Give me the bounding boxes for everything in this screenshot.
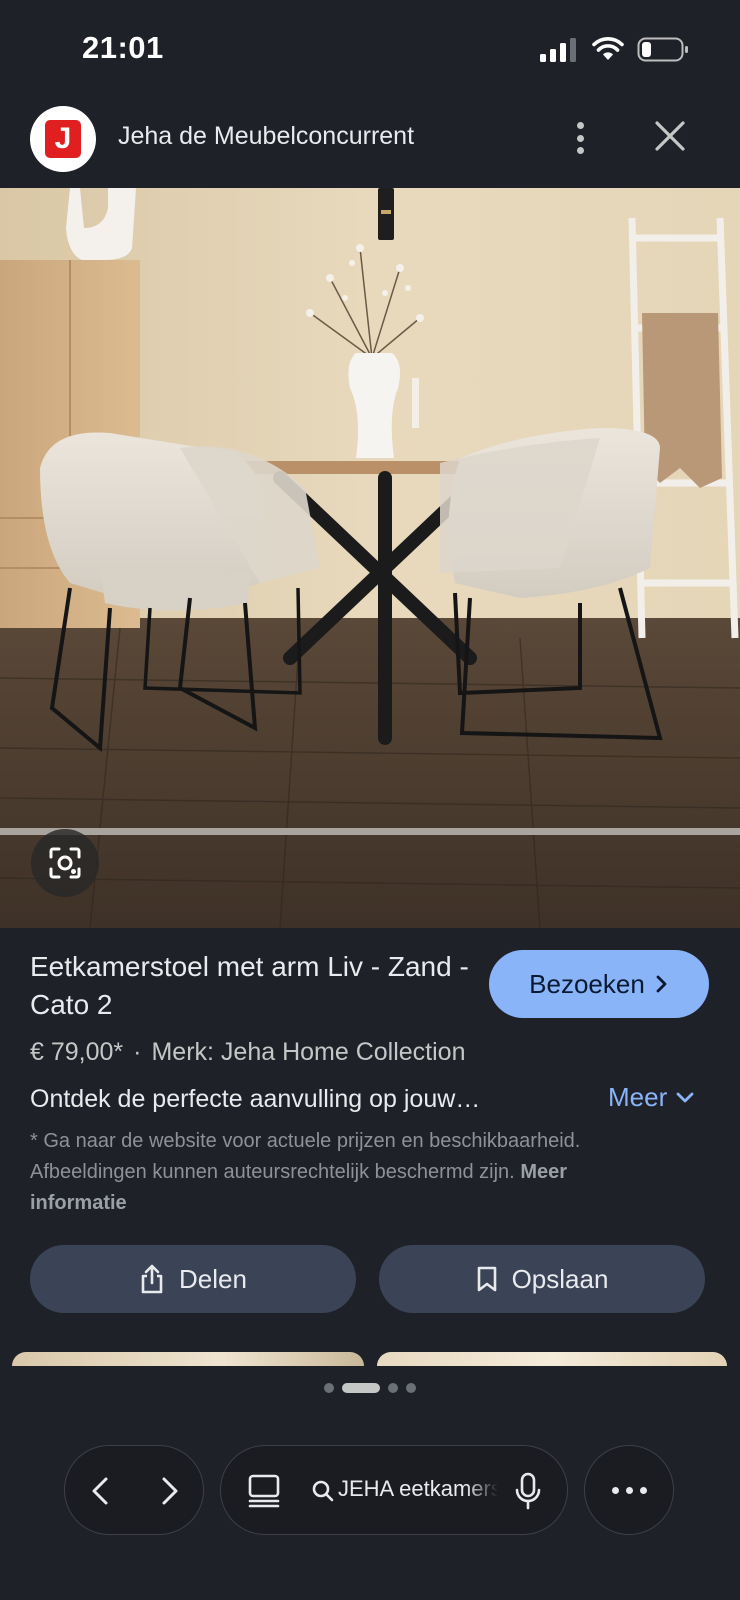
product-brand: Merk: Jeha Home Collection [151,1038,466,1066]
bookmark-icon [477,1266,496,1292]
search-query[interactable]: JEHA eetkamerstoel [338,1476,498,1502]
pager-dot [388,1383,398,1393]
price-brand-line: € 79,00* · Merk: Jeha Home Collection [30,1038,465,1067]
product-image[interactable] [0,188,740,928]
visit-button[interactable]: Bezoeken [489,950,709,1018]
cellular-signal-icon [540,38,576,62]
site-name[interactable]: Jeha de Meubelconcurrent [118,122,414,151]
close-icon[interactable] [652,118,688,154]
search-bar[interactable]: JEHA eetkamerstoel [220,1445,568,1535]
pager-dot [324,1383,334,1393]
pager-dot-active [342,1383,380,1393]
share-icon [141,1264,163,1294]
site-logo[interactable]: J [30,106,96,172]
disclaimer-text: * Ga naar de website voor actuele prijze… [30,1130,581,1183]
more-label: Meer [608,1082,668,1112]
navigation-pill [64,1445,204,1535]
chevron-right-icon [656,975,667,993]
status-bar: 21:01 [0,0,740,98]
pager-dot [406,1383,416,1393]
share-label: Delen [179,1263,247,1294]
chevron-down-icon [676,1092,694,1102]
lens-search-button[interactable] [31,829,99,897]
save-label: Opslaan [511,1263,609,1294]
share-button[interactable]: Delen [30,1245,356,1313]
back-icon[interactable] [83,1473,119,1509]
more-button[interactable]: Meer [608,1082,695,1113]
site-header: J Jeha de Meubelconcurrent [0,98,740,188]
kebab-icon[interactable] [562,118,598,158]
forward-icon[interactable] [151,1473,187,1509]
microphone-icon[interactable] [513,1471,543,1511]
tabs-icon[interactable] [247,1473,281,1509]
wifi-icon [592,37,624,60]
product-description: Ontdek de perfecte aanvulling op jouw… [30,1085,481,1113]
related-image-2[interactable] [377,1352,727,1366]
separator-dot: · [133,1038,142,1066]
page-indicator [0,1383,740,1393]
product-price: € 79,00* [30,1038,124,1066]
product-title: Eetkamerstoel met arm Liv - Zand - Cato … [30,951,469,1020]
logo-letter: J [45,120,81,158]
visit-label: Bezoeken [529,968,645,999]
save-button[interactable]: Opslaan [379,1245,705,1313]
lens-icon [49,847,81,879]
status-time: 21:01 [82,30,164,65]
search-icon [312,1480,334,1502]
related-image-1[interactable] [12,1352,364,1366]
more-options-button[interactable] [584,1445,674,1535]
battery-icon [637,37,688,62]
disclaimer: * Ga naar de website voor actuele prijze… [30,1126,650,1219]
